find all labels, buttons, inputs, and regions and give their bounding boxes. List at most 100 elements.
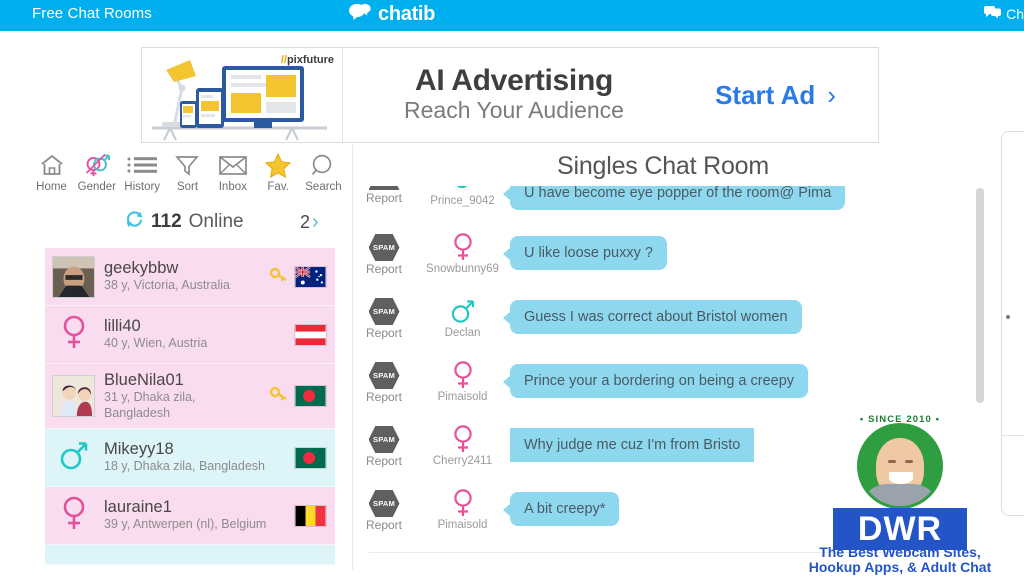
right-panel-divider xyxy=(1002,435,1024,436)
toolbar-item-history[interactable]: History xyxy=(121,150,164,193)
report-button[interactable]: SPAM Report xyxy=(353,294,415,340)
ad-headline: AI Advertising xyxy=(414,64,614,97)
message-author[interactable]: Pimaisold xyxy=(415,358,510,403)
ad-network-label: //pixfuture xyxy=(280,54,334,66)
brand-name: chatib xyxy=(378,3,436,25)
report-button[interactable]: SPAM Report xyxy=(353,230,415,276)
home-icon xyxy=(30,150,73,180)
user-name: lauraine1 xyxy=(104,498,172,517)
chat-message: SPAM Report Prince_9042 U have become ey… xyxy=(353,186,973,230)
author-name: Declan xyxy=(444,327,481,339)
toolbar-item-favorites[interactable]: Fav. xyxy=(257,150,300,193)
report-button[interactable]: SPAM Report xyxy=(353,186,415,205)
dwr-shoulders xyxy=(861,484,939,506)
online-counter[interactable]: 112 Online xyxy=(125,210,244,234)
user-meta: 31 y, Dhaka zila, Bangladesh xyxy=(104,389,196,420)
spam-icon: SPAM xyxy=(368,362,400,389)
start-ad-button[interactable]: Start Ad › xyxy=(673,80,878,111)
user-list-item[interactable]: geekybbw 38 y, Victoria, Australia xyxy=(45,248,335,306)
flag-austria xyxy=(294,323,327,346)
toolbar-item-gender[interactable]: Gender xyxy=(75,150,118,193)
female-symbol-icon xyxy=(61,314,87,355)
gender-icon xyxy=(75,150,118,180)
female-symbol-icon xyxy=(61,495,87,536)
toolbar-item-inbox[interactable]: Inbox xyxy=(211,150,254,193)
spam-icon: SPAM xyxy=(368,186,400,190)
message-author[interactable]: Declan xyxy=(415,294,510,339)
online-status-row: 112 Online 2 › xyxy=(0,204,345,240)
toolbar-label: Search xyxy=(305,181,342,193)
message-bubble-wrap: Guess I was correct about Bristol women xyxy=(503,294,973,334)
toolbar-label: Sort xyxy=(176,181,199,193)
user-list-item[interactable]: lauraine1 39 y, Antwerpen (nl), Belgium xyxy=(45,487,335,546)
user-list-item[interactable]: BlueNila01 31 y, Dhaka zila, Bangladesh xyxy=(45,364,335,430)
user-name: BlueNila01 xyxy=(104,371,184,389)
message-author[interactable]: Prince_9042 xyxy=(415,186,510,207)
male-symbol-icon xyxy=(415,296,510,326)
refresh-icon[interactable] xyxy=(125,210,144,234)
user-list-item[interactable]: Mikeyy18 18 y, Dhaka zila, Bangladesh xyxy=(45,429,335,488)
female-symbol-icon xyxy=(415,360,510,390)
user-info: Mikeyy18 18 y, Dhaka zila, Bangladesh xyxy=(104,440,285,475)
toolbar-label: History xyxy=(124,181,161,193)
key-icon[interactable] xyxy=(269,386,287,406)
avatar[interactable] xyxy=(52,314,95,356)
avatar[interactable] xyxy=(52,437,95,479)
free-chat-rooms-link[interactable]: Free Chat Rooms xyxy=(32,5,152,22)
online-label: Online xyxy=(188,211,244,232)
message-bubble: Prince your a bordering on being a creep… xyxy=(502,364,809,398)
message-author[interactable]: Cherry2411 xyxy=(415,422,510,467)
user-badges xyxy=(294,446,327,469)
message-bubble: U have become eye popper of the room@ Pi… xyxy=(502,186,846,210)
dwr-initials: DWR xyxy=(857,510,943,548)
spam-icon: SPAM xyxy=(368,490,400,517)
report-button[interactable]: SPAM Report xyxy=(353,422,415,468)
toolbar-item-search[interactable]: Search xyxy=(302,150,345,193)
author-name: Snowbunny69 xyxy=(426,263,499,275)
online-count: 112 xyxy=(151,211,182,232)
pagination-next[interactable]: 2 › xyxy=(300,211,319,234)
toolbar-item-home[interactable]: Home xyxy=(30,150,73,193)
author-name: Cherry2411 xyxy=(432,455,493,467)
message-bubble: U like loose puxxy ? xyxy=(503,236,667,270)
author-name: Pimaisold xyxy=(437,519,488,531)
list-icon xyxy=(121,150,164,180)
avatar[interactable] xyxy=(52,255,95,298)
advertisement-banner[interactable]: //pixfuture AI Advertising Reach Your Au… xyxy=(141,47,879,143)
message-bubble: Guess I was correct about Bristol women xyxy=(503,300,802,334)
flag-australia xyxy=(294,265,327,288)
spam-icon: SPAM xyxy=(368,426,400,453)
report-label: Report xyxy=(365,191,403,205)
user-name: lilli40 xyxy=(104,317,141,336)
user-badges xyxy=(269,265,327,288)
report-button[interactable]: SPAM Report xyxy=(353,358,415,404)
message-author[interactable]: Pimaisold xyxy=(415,486,510,531)
report-label: Report xyxy=(365,326,403,340)
avatar[interactable] xyxy=(52,495,95,537)
spam-label: SPAM xyxy=(373,435,395,444)
report-label: Report xyxy=(365,390,403,404)
spam-label: SPAM xyxy=(373,371,395,380)
message-bubble-wrap: U like loose puxxy ? xyxy=(503,230,973,270)
flag-bangladesh xyxy=(294,385,327,408)
user-meta: 18 y, Dhaka zila, Bangladesh xyxy=(104,459,265,474)
top-navbar: Free Chat Rooms chatib Ch xyxy=(0,0,1024,31)
user-meta: 40 y, Wien, Austria xyxy=(104,336,208,351)
author-name: Prince_9042 xyxy=(430,195,495,207)
message-author[interactable]: Snowbunny69 xyxy=(415,230,510,275)
chat-bubbles-icon xyxy=(349,3,371,26)
report-label: Report xyxy=(365,262,403,276)
user-list-item[interactable]: lilli40 40 y, Wien, Austria xyxy=(45,306,335,364)
funnel-icon xyxy=(166,150,209,180)
top-right-link[interactable]: Ch xyxy=(984,5,1024,22)
toolbar-item-sort[interactable]: Sort xyxy=(166,150,209,193)
chat-scrollbar-thumb[interactable] xyxy=(976,188,984,403)
site-brand[interactable]: chatib xyxy=(349,3,435,26)
female-symbol-icon xyxy=(415,232,510,262)
report-button[interactable]: SPAM Report xyxy=(353,486,415,532)
user-info: geekybbw 38 y, Victoria, Australia xyxy=(104,259,261,294)
key-icon[interactable] xyxy=(269,267,287,287)
user-name: geekybbw xyxy=(104,259,179,278)
user-list-item-partial[interactable] xyxy=(45,545,335,566)
avatar[interactable] xyxy=(52,375,95,418)
